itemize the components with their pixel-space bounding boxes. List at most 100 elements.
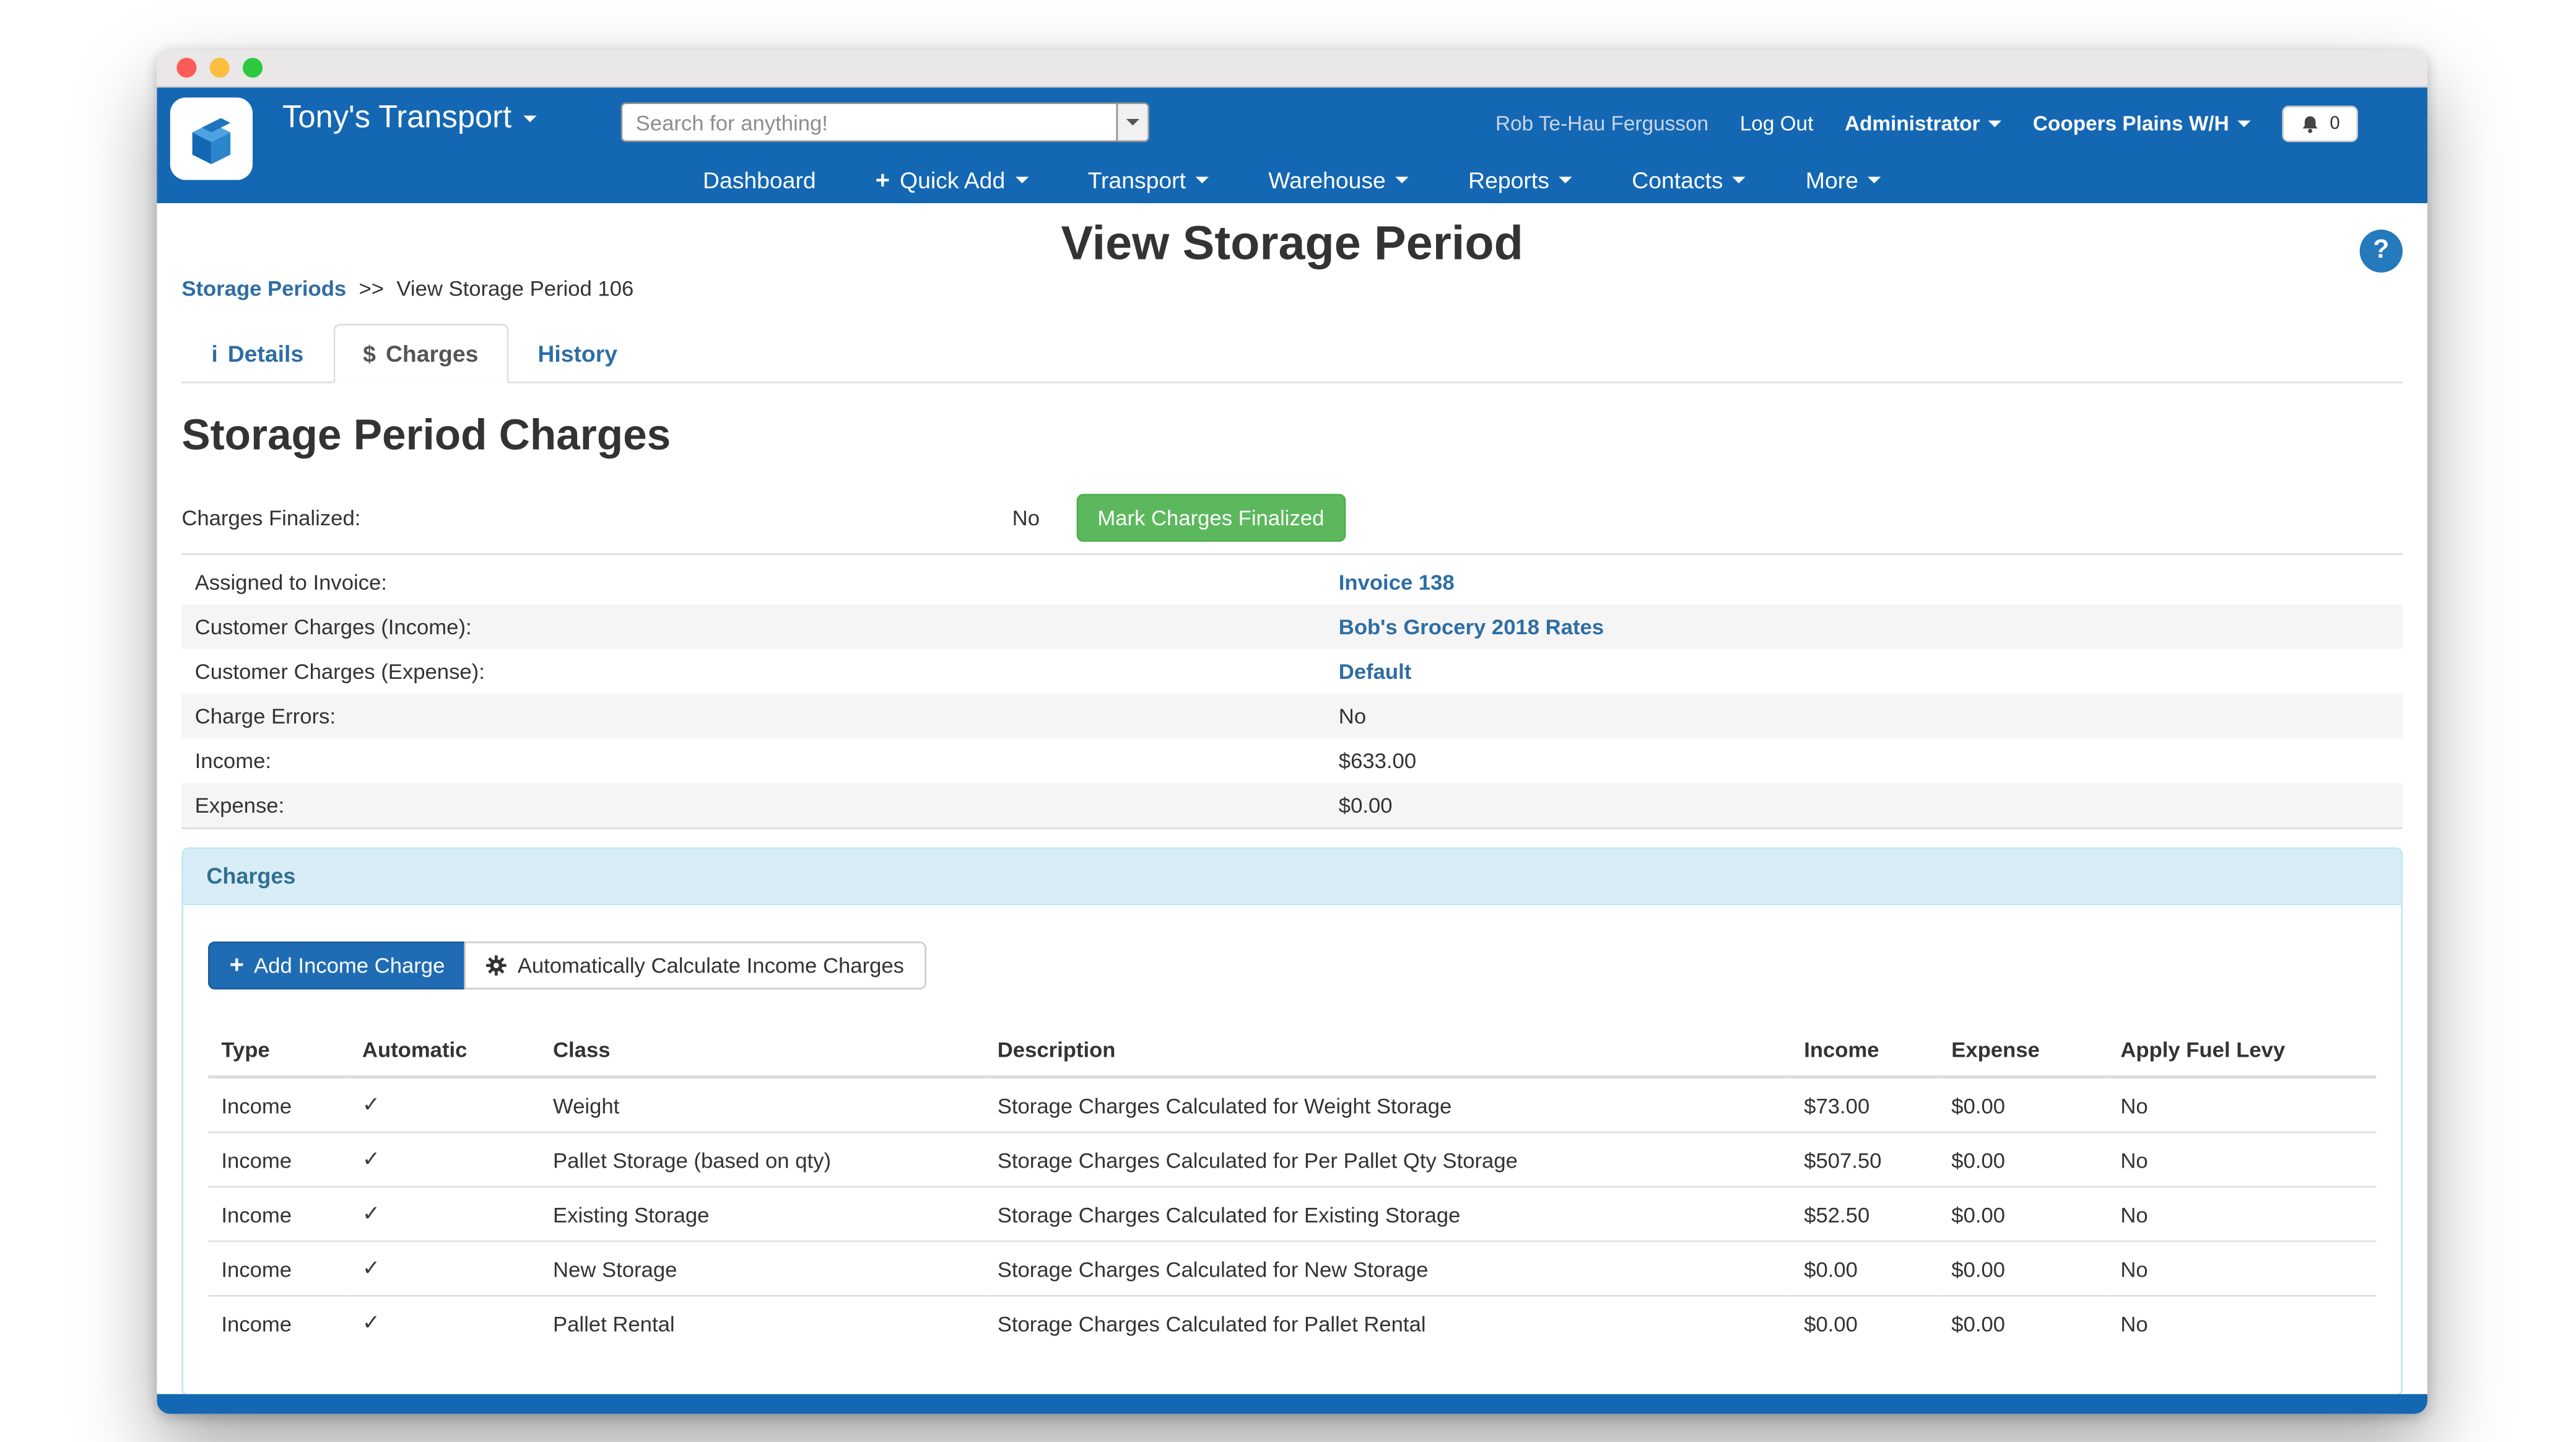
nav-item-more[interactable]: More [1806,167,1881,193]
cell-type: Income [208,1132,349,1187]
caret-down-icon [1196,177,1209,183]
cell-income: $0.00 [1791,1296,1938,1350]
page-header: View Storage Period ? [181,218,2403,273]
info-icon: i [211,340,217,367]
cell-income: $73.00 [1791,1077,1938,1132]
cell-fuel-levy: No [2107,1077,2376,1132]
role-menu[interactable]: Administrator [1845,112,2001,135]
charge-row[interactable]: Income ✓ Weight Storage Charges Calculat… [208,1077,2376,1132]
cell-type: Income [208,1241,349,1296]
detail-row-charge-errors: Charge Errors: No [181,694,2403,738]
page-title: View Storage Period [181,218,2403,273]
charge-row[interactable]: Income ✓ Pallet Rental Storage Charges C… [208,1296,2376,1350]
window-zoom-button[interactable] [243,58,263,77]
nav-item-dashboard[interactable]: Dashboard [703,167,816,193]
cell-fuel-levy: No [2107,1241,2376,1296]
breadcrumb-separator: >> [359,276,385,300]
cell-income: $0.00 [1791,1241,1938,1296]
check-icon: ✓ [362,1311,380,1336]
cell-class: Pallet Rental [540,1296,985,1350]
tab-details[interactable]: i Details [181,324,333,383]
warehouse-menu[interactable]: Coopers Plains W/H [2033,112,2250,135]
cell-income: $52.50 [1791,1187,1938,1241]
nav-item-contacts[interactable]: Contacts [1632,167,1746,193]
charge-errors-value: No [1339,704,1366,728]
page-content: View Storage Period ? Storage Periods >>… [157,203,2427,1394]
brand-menu[interactable]: Tony's Transport [282,101,536,138]
charges-finalized-row: Charges Finalized: No Mark Charges Final… [181,481,2403,555]
tab-history[interactable]: History [508,324,647,383]
window-minimize-button[interactable] [210,58,230,77]
add-income-charge-button[interactable]: + Add Income Charge [208,942,466,989]
app-window: Tony's Transport Rob Te-Hau Fergusson Lo… [157,50,2427,1414]
check-icon: ✓ [362,1093,380,1118]
logout-link[interactable]: Log Out [1740,112,1814,135]
cell-expense: $0.00 [1938,1132,2107,1187]
breadcrumb-current: View Storage Period 106 [396,276,633,300]
charges-panel-title: Charges [183,849,2401,906]
window-close-button[interactable] [176,58,196,77]
help-button[interactable]: ? [2360,230,2403,273]
storage-period-details-table: Assigned to Invoice: Invoice 138 Custome… [181,560,2403,829]
charges-panel-body: + Add Income Charge [183,905,2401,1394]
check-icon: ✓ [362,1148,380,1173]
notifications-button[interactable]: 0 [2282,106,2358,142]
charge-row[interactable]: Income ✓ Existing Storage Storage Charge… [208,1187,2376,1241]
expense-rates-link[interactable]: Default [1339,659,1412,684]
col-income: Income [1791,1024,1938,1077]
cell-class: Existing Storage [540,1187,985,1241]
cell-class: Weight [540,1077,985,1132]
search-box [621,102,1149,142]
cell-income: $507.50 [1791,1132,1938,1187]
window-titlebar [157,50,2427,87]
income-rates-link[interactable]: Bob's Grocery 2018 Rates [1339,614,1604,639]
charge-row[interactable]: Income ✓ Pallet Storage (based on qty) S… [208,1132,2376,1187]
detail-row-income: Income: $633.00 [181,738,2403,783]
detail-row-assigned-invoice: Assigned to Invoice: Invoice 138 [181,560,2403,605]
detail-label: Charge Errors: [181,694,1325,738]
col-apply-fuel-levy: Apply Fuel Levy [2107,1024,2376,1077]
page: Tony's Transport Rob Te-Hau Fergusson Lo… [0,0,2576,1442]
detail-label: Expense: [181,783,1325,828]
auto-calculate-income-charges-button[interactable]: Automatically Calculate Income Charges [464,942,925,989]
nav-item-warehouse[interactable]: Warehouse [1268,167,1409,193]
detail-label: Income: [181,738,1325,783]
nav-item-reports[interactable]: Reports [1468,167,1572,193]
expense-value: $0.00 [1339,793,1393,818]
cell-description: Storage Charges Calculated for Pallet Re… [984,1296,1790,1350]
cell-description: Storage Charges Calculated for Per Palle… [984,1132,1790,1187]
caret-down-icon [523,116,536,123]
cell-description: Storage Charges Calculated for Existing … [984,1187,1790,1241]
detail-row-income-rates: Customer Charges (Income): Bob's Grocery… [181,605,2403,649]
nav-item-transport[interactable]: Transport [1088,167,1209,193]
search-input[interactable] [621,102,1116,142]
income-value: $633.00 [1339,748,1416,773]
cell-class: New Storage [540,1241,985,1296]
cell-expense: $0.00 [1938,1296,2107,1350]
gear-icon [486,955,508,976]
invoice-link[interactable]: Invoice 138 [1339,570,1455,595]
col-class: Class [540,1024,985,1077]
user-name: Rob Te-Hau Fergusson [1495,112,1708,135]
cell-class: Pallet Storage (based on qty) [540,1132,985,1187]
col-description: Description [984,1024,1790,1077]
cell-type: Income [208,1187,349,1241]
mark-charges-finalized-button[interactable]: Mark Charges Finalized [1076,493,1346,541]
detail-row-expense: Expense: $0.00 [181,783,2403,828]
search-dropdown-button[interactable] [1116,102,1149,142]
col-automatic: Automatic [349,1024,540,1077]
nav-item-quick-add[interactable]: + Quick Add [876,167,1029,193]
detail-row-expense-rates: Customer Charges (Expense): Default [181,649,2403,694]
breadcrumb-link-storage-periods[interactable]: Storage Periods [181,276,346,300]
cell-description: Storage Charges Calculated for New Stora… [984,1241,1790,1296]
charges-finalized-value: No [1012,505,1040,530]
charges-table-header: Type Automatic Class Description Income … [208,1024,2376,1077]
main-menu: Dashboard + Quick Add Transport Warehous… [157,167,2427,193]
tab-charges[interactable]: $ Charges [333,324,508,383]
charges-table: Type Automatic Class Description Income … [208,1024,2376,1349]
charge-row[interactable]: Income ✓ New Storage Storage Charges Cal… [208,1241,2376,1296]
caret-down-icon [1988,121,2001,128]
charges-finalized-label: Charges Finalized: [181,505,360,530]
cell-description: Storage Charges Calculated for Weight St… [984,1077,1790,1132]
charges-finalized-value-group: No Mark Charges Finalized [1012,493,1346,541]
